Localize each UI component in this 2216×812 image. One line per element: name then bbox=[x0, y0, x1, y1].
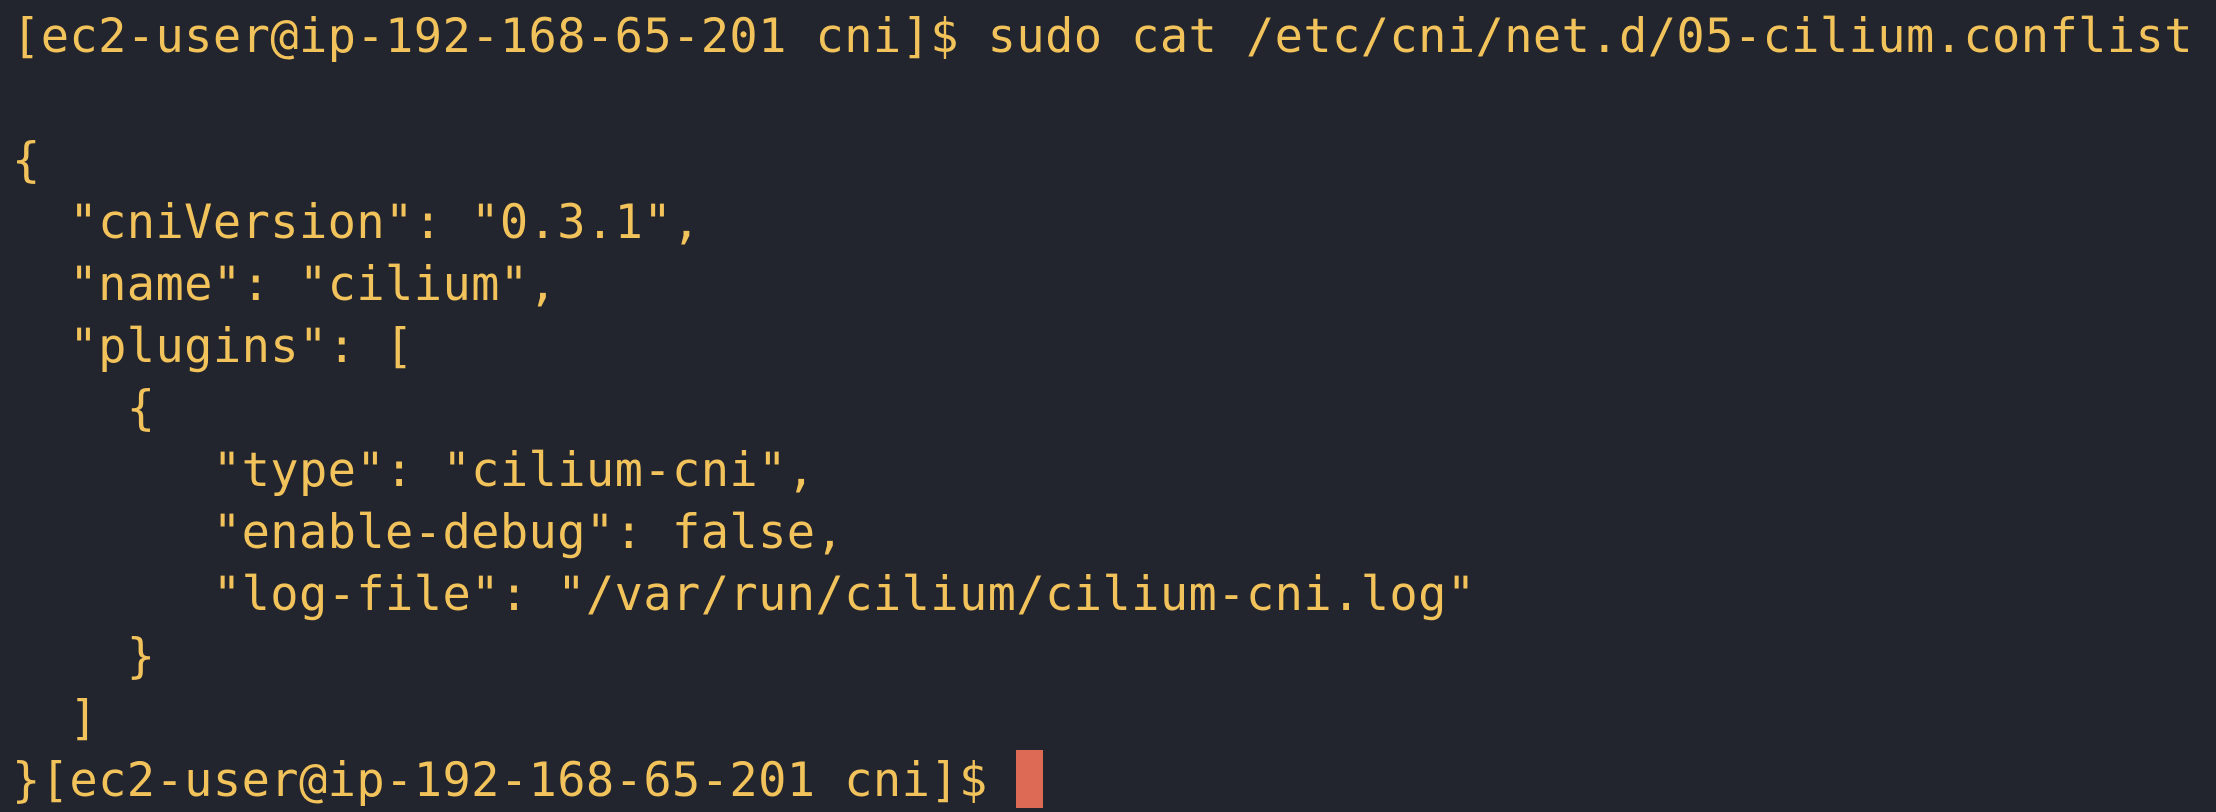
terminal-line-type: "type": "cilium-cni", bbox=[12, 443, 816, 498]
terminal-line-command: [ec2-user@ip-192-168-65-201 cni]$ sudo c… bbox=[12, 9, 2193, 64]
terminal-line-plugins-close: ] bbox=[12, 691, 99, 746]
terminal-line-enable-debug: "enable-debug": false, bbox=[12, 505, 845, 560]
terminal-line-cniversion: "cniVersion": "0.3.1", bbox=[12, 195, 701, 250]
terminal-line-plugins: "plugins": [ bbox=[12, 319, 414, 374]
terminal-line-plugin-open: { bbox=[12, 381, 156, 436]
terminal-line-prompt[interactable]: }[ec2-user@ip-192-168-65-201 cni]$ bbox=[12, 750, 2216, 812]
terminal-line-json-open: { bbox=[12, 133, 41, 188]
terminal-line-plugin-close: } bbox=[12, 629, 156, 684]
terminal-window[interactable]: [ec2-user@ip-192-168-65-201 cni]$ sudo c… bbox=[0, 0, 2216, 810]
terminal-line-name: "name": "cilium", bbox=[12, 257, 558, 312]
terminal-cursor[interactable] bbox=[1016, 750, 1044, 808]
terminal-line-log-file: "log-file": "/var/run/cilium/cilium-cni.… bbox=[12, 567, 1476, 622]
prompt-text: }[ec2-user@ip-192-168-65-201 cni]$ bbox=[12, 753, 1017, 808]
